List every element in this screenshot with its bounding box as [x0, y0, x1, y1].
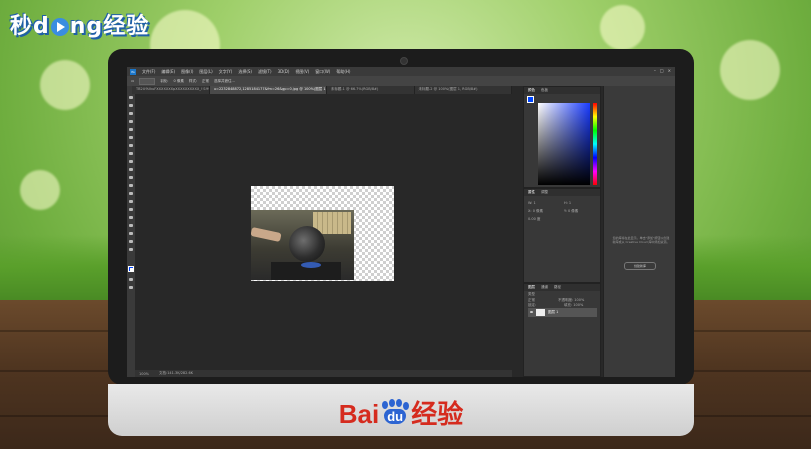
- eraser-tool-icon[interactable]: [129, 176, 133, 179]
- play-icon: [50, 18, 69, 36]
- document-tab[interactable]: 未标题-2 @ 100%(图层 1, RGB/8#): [415, 86, 512, 94]
- menu-3d[interactable]: 3D(D): [278, 69, 290, 74]
- photoshop-app-icon: Ps: [130, 68, 136, 75]
- path-select-tool-icon[interactable]: [129, 224, 133, 227]
- document-tab-active[interactable]: u=2232848872,1285184177&fm=26&gp=0.jpg @…: [209, 86, 327, 94]
- y-field[interactable]: Y: 0 像素: [564, 209, 578, 214]
- feather-input[interactable]: 0 像素: [174, 79, 184, 84]
- baidu-paw-icon: du: [380, 399, 410, 427]
- tab-channels[interactable]: 通道: [541, 285, 548, 290]
- miaodong-logo: 秒d ng经验: [10, 14, 150, 39]
- close-button[interactable]: ×: [668, 68, 671, 73]
- tab-adjustments[interactable]: 调整: [541, 190, 548, 195]
- tab-color[interactable]: 颜色: [528, 88, 535, 93]
- style-label: 样式:: [188, 78, 198, 83]
- status-bar: 100% 文档:141.3K/282.6K: [135, 370, 512, 377]
- libraries-message: 您的库将在此显示。单击"添加"按钮以创建新库或从 Creative Cloud …: [612, 236, 670, 244]
- menu-image[interactable]: 图像(I): [181, 69, 193, 75]
- color-field[interactable]: [538, 103, 590, 185]
- menu-edit[interactable]: 编辑(E): [161, 69, 175, 75]
- dodge-tool-icon[interactable]: [129, 200, 133, 203]
- blur-tool-icon[interactable]: [129, 192, 133, 195]
- menu-type[interactable]: 文字(Y): [219, 69, 233, 75]
- healing-brush-icon[interactable]: [129, 144, 133, 147]
- tab-properties[interactable]: 属性: [528, 190, 535, 195]
- angle-field[interactable]: 0.00 度: [528, 217, 540, 222]
- tab-swatches[interactable]: 色板: [541, 88, 548, 93]
- gradient-tool-icon[interactable]: [129, 184, 133, 187]
- photoshop-window: Ps 文件(F) 编辑(E) 图像(I) 图层(L) 文字(Y) 选择(S) 滤…: [127, 67, 675, 377]
- layer-kind-filter[interactable]: 类型: [528, 292, 535, 297]
- libraries-panel: 您的库将在此显示。单击"添加"按钮以创建新库或从 Creative Cloud …: [603, 86, 675, 377]
- hue-slider[interactable]: [593, 103, 597, 185]
- feather-label: 羽化:: [160, 78, 169, 83]
- menu-filter[interactable]: 滤镜(T): [258, 69, 272, 75]
- bokeh-light: [720, 40, 780, 100]
- layer-row[interactable]: 图层 1: [528, 308, 597, 317]
- shape-tool-icon[interactable]: [129, 232, 133, 235]
- screen-mode-icon[interactable]: [129, 286, 133, 289]
- photo-arm: [251, 226, 282, 243]
- foreground-swatch[interactable]: [527, 96, 534, 103]
- photo-wok: [289, 226, 325, 262]
- menu-view[interactable]: 视图(V): [295, 69, 309, 75]
- wok-photo-layer[interactable]: [251, 210, 354, 280]
- photo-flame: [301, 262, 321, 268]
- create-library-button[interactable]: 创建新库: [624, 262, 656, 270]
- pen-tool-icon[interactable]: [129, 208, 133, 211]
- menu-window[interactable]: 窗口(W): [315, 69, 330, 75]
- options-bar: ▭ 羽化: 0 像素 样式: 正常 选择并遮住...: [127, 76, 675, 86]
- properties-panel: 属性 调整 W: 1 H: 1 X: 0 像素 Y: 0 像素 0.00 度: [523, 188, 601, 283]
- lasso-tool-icon[interactable]: [129, 112, 133, 115]
- doc-size[interactable]: 文档:141.3K/282.6K: [159, 371, 193, 376]
- history-brush-icon[interactable]: [129, 168, 133, 171]
- tab-paths[interactable]: 路径: [554, 285, 561, 290]
- document-tabs: TB2U9UkuFXXXXXXXpXXXXXXXXXX_!!1993299995…: [132, 86, 512, 94]
- monitor-chin: Bai du 经验: [108, 384, 694, 436]
- layers-panel: 图层 通道 路径 类型 正常 不透明度: 100% 锁定: 填充: 100% 图…: [523, 283, 601, 377]
- style-select[interactable]: 正常: [202, 79, 209, 84]
- tab-layers[interactable]: 图层: [528, 285, 535, 290]
- eye-icon[interactable]: [530, 311, 533, 313]
- crop-tool-icon[interactable]: [129, 128, 133, 131]
- bokeh-light: [20, 170, 60, 210]
- brush-tool-icon[interactable]: [129, 152, 133, 155]
- clone-stamp-icon[interactable]: [129, 160, 133, 163]
- webcam-icon: [400, 57, 408, 65]
- menu-layer[interactable]: 图层(L): [199, 69, 212, 75]
- menu-select[interactable]: 选择(S): [238, 69, 252, 75]
- canvas-workspace[interactable]: [135, 94, 512, 370]
- document-tab[interactable]: TB2U9UkuFXXXXXXXpXXXXXXXXXX_!!1993299995…: [132, 86, 210, 94]
- width-field[interactable]: W: 1: [528, 201, 536, 205]
- zoom-level[interactable]: 100%: [139, 372, 149, 376]
- minimize-button[interactable]: –: [654, 68, 656, 73]
- select-and-mask-button[interactable]: 选择并遮住...: [214, 79, 235, 84]
- quick-select-tool-icon[interactable]: [129, 120, 133, 123]
- layer-thumbnail: [536, 309, 545, 316]
- selection-mode-buttons[interactable]: [139, 77, 156, 85]
- marquee-tool-icon[interactable]: [129, 104, 133, 107]
- menu-bar: Ps 文件(F) 编辑(E) 图像(I) 图层(L) 文字(Y) 选择(S) 滤…: [127, 67, 675, 76]
- eyedropper-tool-icon[interactable]: [129, 136, 133, 139]
- marquee-tool-icon[interactable]: ▭: [131, 79, 134, 83]
- background-color-swatch[interactable]: [130, 268, 134, 272]
- move-tool-icon[interactable]: [129, 96, 133, 99]
- quick-mask-icon[interactable]: [129, 278, 133, 281]
- zoom-tool-icon[interactable]: [129, 248, 133, 251]
- hand-tool-icon[interactable]: [129, 240, 133, 243]
- x-field[interactable]: X: 0 像素: [528, 209, 543, 214]
- bokeh-light: [600, 5, 645, 50]
- menu-file[interactable]: 文件(F): [142, 69, 155, 75]
- tools-panel: [127, 86, 135, 377]
- color-panel: 颜色 色板: [523, 86, 601, 188]
- bokeh-light: [40, 60, 90, 110]
- type-tool-icon[interactable]: [129, 216, 133, 219]
- document-tab[interactable]: 未标题-1 @ 66.7%(RGB/8#): [327, 86, 415, 94]
- baidu-jingyan-logo: Bai du 经验: [338, 399, 464, 429]
- maximize-button[interactable]: □: [660, 68, 664, 73]
- menu-help[interactable]: 帮助(H): [336, 69, 350, 75]
- height-field[interactable]: H: 1: [564, 201, 571, 205]
- layer-name[interactable]: 图层 1: [548, 310, 558, 315]
